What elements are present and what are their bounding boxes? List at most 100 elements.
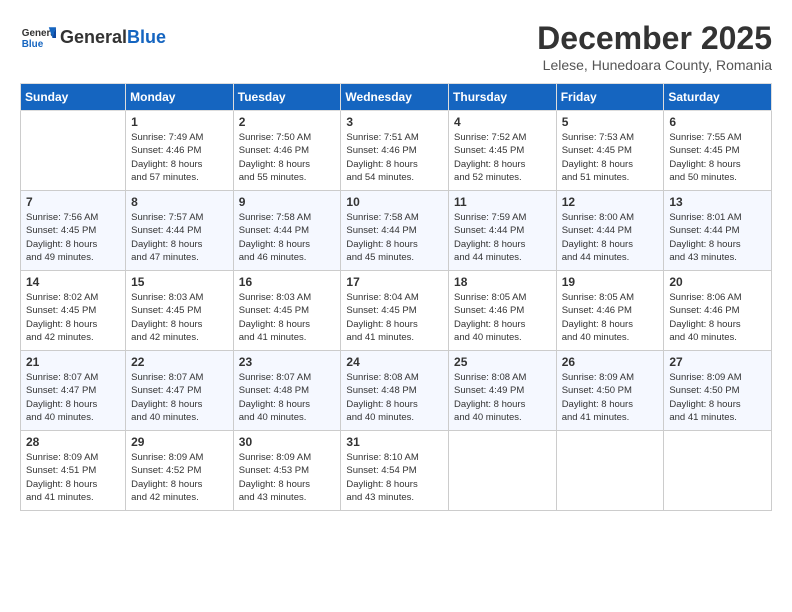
day-cell: 31Sunrise: 8:10 AMSunset: 4:54 PMDayligh… bbox=[341, 431, 449, 511]
logo-text: GeneralBlue bbox=[60, 28, 166, 48]
day-info: Sunrise: 8:07 AMSunset: 4:48 PMDaylight:… bbox=[239, 371, 336, 424]
day-cell: 13 Sunrise: 8:01 AMSunset: 4:44 PMDayligh… bbox=[664, 191, 772, 271]
weekday-header-sunday: Sunday bbox=[21, 84, 126, 111]
day-info: Sunrise: 7:58 AMSunset: 4:44 PMDaylight:… bbox=[239, 211, 336, 264]
day-info: Sunrise: 7:57 AMSunset: 4:44 PMDaylight:… bbox=[131, 211, 228, 264]
day-number: 4 bbox=[454, 115, 551, 129]
logo-icon: General Blue bbox=[20, 20, 56, 56]
day-info: Sunrise: 8:05 AMSunset: 4:46 PMDaylight:… bbox=[454, 291, 551, 344]
day-number: 9 bbox=[239, 195, 336, 209]
day-cell: 27 Sunrise: 8:09 AMSunset: 4:50 PMDayligh… bbox=[664, 351, 772, 431]
day-info: Sunrise: 8:07 AMSunset: 4:47 PMDaylight:… bbox=[131, 371, 228, 424]
day-cell: 29 Sunrise: 8:09 AMSunset: 4:52 PMDayligh… bbox=[126, 431, 234, 511]
day-info: Sunrise: 8:10 AMSunset: 4:54 PMDaylight:… bbox=[346, 451, 443, 504]
day-cell bbox=[556, 431, 664, 511]
day-info: Sunrise: 8:09 AMSunset: 4:50 PMDaylight:… bbox=[669, 371, 766, 424]
day-cell: 14Sunrise: 8:02 AMSunset: 4:45 PMDayligh… bbox=[21, 271, 126, 351]
day-info: Sunrise: 8:05 AMSunset: 4:46 PMDaylight:… bbox=[562, 291, 659, 344]
day-cell: 9 Sunrise: 7:58 AMSunset: 4:44 PMDaylight… bbox=[233, 191, 341, 271]
day-cell: 8 Sunrise: 7:57 AMSunset: 4:44 PMDaylight… bbox=[126, 191, 234, 271]
day-cell: 5 Sunrise: 7:53 AMSunset: 4:45 PMDaylight… bbox=[556, 111, 664, 191]
day-number: 26 bbox=[562, 355, 659, 369]
week-row-3: 14Sunrise: 8:02 AMSunset: 4:45 PMDayligh… bbox=[21, 271, 772, 351]
weekday-header-tuesday: Tuesday bbox=[233, 84, 341, 111]
day-cell: 25 Sunrise: 8:08 AMSunset: 4:49 PMDayligh… bbox=[449, 351, 557, 431]
svg-text:Blue: Blue bbox=[22, 39, 44, 50]
day-number: 23 bbox=[239, 355, 336, 369]
day-number: 27 bbox=[669, 355, 766, 369]
day-number: 19 bbox=[562, 275, 659, 289]
day-cell: 6Sunrise: 7:55 AMSunset: 4:45 PMDaylight… bbox=[664, 111, 772, 191]
header: General Blue GeneralBlue December 2025 L… bbox=[20, 20, 772, 73]
day-number: 15 bbox=[131, 275, 228, 289]
day-info: Sunrise: 8:07 AMSunset: 4:47 PMDaylight:… bbox=[26, 371, 120, 424]
day-cell: 17Sunrise: 8:04 AMSunset: 4:45 PMDayligh… bbox=[341, 271, 449, 351]
day-cell: 7 Sunrise: 7:56 AMSunset: 4:45 PMDaylight… bbox=[21, 191, 126, 271]
day-cell: 3 Sunrise: 7:51 AMSunset: 4:46 PMDaylight… bbox=[341, 111, 449, 191]
day-cell: 30 Sunrise: 8:09 AMSunset: 4:53 PMDayligh… bbox=[233, 431, 341, 511]
day-number: 8 bbox=[131, 195, 228, 209]
day-number: 29 bbox=[131, 435, 228, 449]
day-number: 30 bbox=[239, 435, 336, 449]
weekday-header-friday: Friday bbox=[556, 84, 664, 111]
month-title: December 2025 bbox=[537, 20, 772, 57]
day-cell: 16 Sunrise: 8:03 AMSunset: 4:45 PMDayligh… bbox=[233, 271, 341, 351]
logo: General Blue GeneralBlue bbox=[20, 20, 166, 56]
day-number: 10 bbox=[346, 195, 443, 209]
day-number: 6 bbox=[669, 115, 766, 129]
day-info: Sunrise: 8:01 AMSunset: 4:44 PMDaylight:… bbox=[669, 211, 766, 264]
day-info: Sunrise: 8:03 AMSunset: 4:45 PMDaylight:… bbox=[239, 291, 336, 344]
day-info: Sunrise: 7:59 AMSunset: 4:44 PMDaylight:… bbox=[454, 211, 551, 264]
week-row-1: 1 Sunrise: 7:49 AMSunset: 4:46 PMDaylight… bbox=[21, 111, 772, 191]
day-number: 1 bbox=[131, 115, 228, 129]
day-info: Sunrise: 8:09 AMSunset: 4:53 PMDaylight:… bbox=[239, 451, 336, 504]
day-info: Sunrise: 8:08 AMSunset: 4:49 PMDaylight:… bbox=[454, 371, 551, 424]
day-info: Sunrise: 7:51 AMSunset: 4:46 PMDaylight:… bbox=[346, 131, 443, 184]
day-info: Sunrise: 7:50 AMSunset: 4:46 PMDaylight:… bbox=[239, 131, 336, 184]
day-cell bbox=[21, 111, 126, 191]
day-number: 11 bbox=[454, 195, 551, 209]
day-number: 13 bbox=[669, 195, 766, 209]
day-number: 21 bbox=[26, 355, 120, 369]
day-cell: 24 Sunrise: 8:08 AMSunset: 4:48 PMDayligh… bbox=[341, 351, 449, 431]
day-cell bbox=[664, 431, 772, 511]
day-number: 17 bbox=[346, 275, 443, 289]
day-cell: 10 Sunrise: 7:58 AMSunset: 4:44 PMDayligh… bbox=[341, 191, 449, 271]
day-cell: 4 Sunrise: 7:52 AMSunset: 4:45 PMDaylight… bbox=[449, 111, 557, 191]
day-info: Sunrise: 7:53 AMSunset: 4:45 PMDaylight:… bbox=[562, 131, 659, 184]
day-info: Sunrise: 7:56 AMSunset: 4:45 PMDaylight:… bbox=[26, 211, 120, 264]
day-cell bbox=[449, 431, 557, 511]
location-title: Lelese, Hunedoara County, Romania bbox=[537, 57, 772, 73]
day-info: Sunrise: 8:09 AMSunset: 4:50 PMDaylight:… bbox=[562, 371, 659, 424]
day-number: 5 bbox=[562, 115, 659, 129]
day-number: 25 bbox=[454, 355, 551, 369]
day-number: 16 bbox=[239, 275, 336, 289]
weekday-header-row: SundayMondayTuesdayWednesdayThursdayFrid… bbox=[21, 84, 772, 111]
day-number: 2 bbox=[239, 115, 336, 129]
day-number: 12 bbox=[562, 195, 659, 209]
logo-blue: Blue bbox=[127, 27, 166, 47]
day-info: Sunrise: 8:08 AMSunset: 4:48 PMDaylight:… bbox=[346, 371, 443, 424]
week-row-2: 7 Sunrise: 7:56 AMSunset: 4:45 PMDaylight… bbox=[21, 191, 772, 271]
day-number: 20 bbox=[669, 275, 766, 289]
weekday-header-saturday: Saturday bbox=[664, 84, 772, 111]
calendar-table: SundayMondayTuesdayWednesdayThursdayFrid… bbox=[20, 83, 772, 511]
weekday-header-wednesday: Wednesday bbox=[341, 84, 449, 111]
day-info: Sunrise: 7:52 AMSunset: 4:45 PMDaylight:… bbox=[454, 131, 551, 184]
day-number: 3 bbox=[346, 115, 443, 129]
day-info: Sunrise: 8:03 AMSunset: 4:45 PMDaylight:… bbox=[131, 291, 228, 344]
week-row-4: 21 Sunrise: 8:07 AMSunset: 4:47 PMDayligh… bbox=[21, 351, 772, 431]
day-info: Sunrise: 7:58 AMSunset: 4:44 PMDaylight:… bbox=[346, 211, 443, 264]
day-cell: 12 Sunrise: 8:00 AMSunset: 4:44 PMDayligh… bbox=[556, 191, 664, 271]
day-info: Sunrise: 7:49 AMSunset: 4:46 PMDaylight:… bbox=[131, 131, 228, 184]
week-row-5: 28Sunrise: 8:09 AMSunset: 4:51 PMDayligh… bbox=[21, 431, 772, 511]
day-number: 28 bbox=[26, 435, 120, 449]
day-cell: 18Sunrise: 8:05 AMSunset: 4:46 PMDayligh… bbox=[449, 271, 557, 351]
day-cell: 19 Sunrise: 8:05 AMSunset: 4:46 PMDayligh… bbox=[556, 271, 664, 351]
day-cell: 28Sunrise: 8:09 AMSunset: 4:51 PMDayligh… bbox=[21, 431, 126, 511]
day-info: Sunrise: 8:00 AMSunset: 4:44 PMDaylight:… bbox=[562, 211, 659, 264]
day-cell: 2 Sunrise: 7:50 AMSunset: 4:46 PMDaylight… bbox=[233, 111, 341, 191]
day-number: 7 bbox=[26, 195, 120, 209]
day-number: 24 bbox=[346, 355, 443, 369]
day-info: Sunrise: 8:09 AMSunset: 4:52 PMDaylight:… bbox=[131, 451, 228, 504]
